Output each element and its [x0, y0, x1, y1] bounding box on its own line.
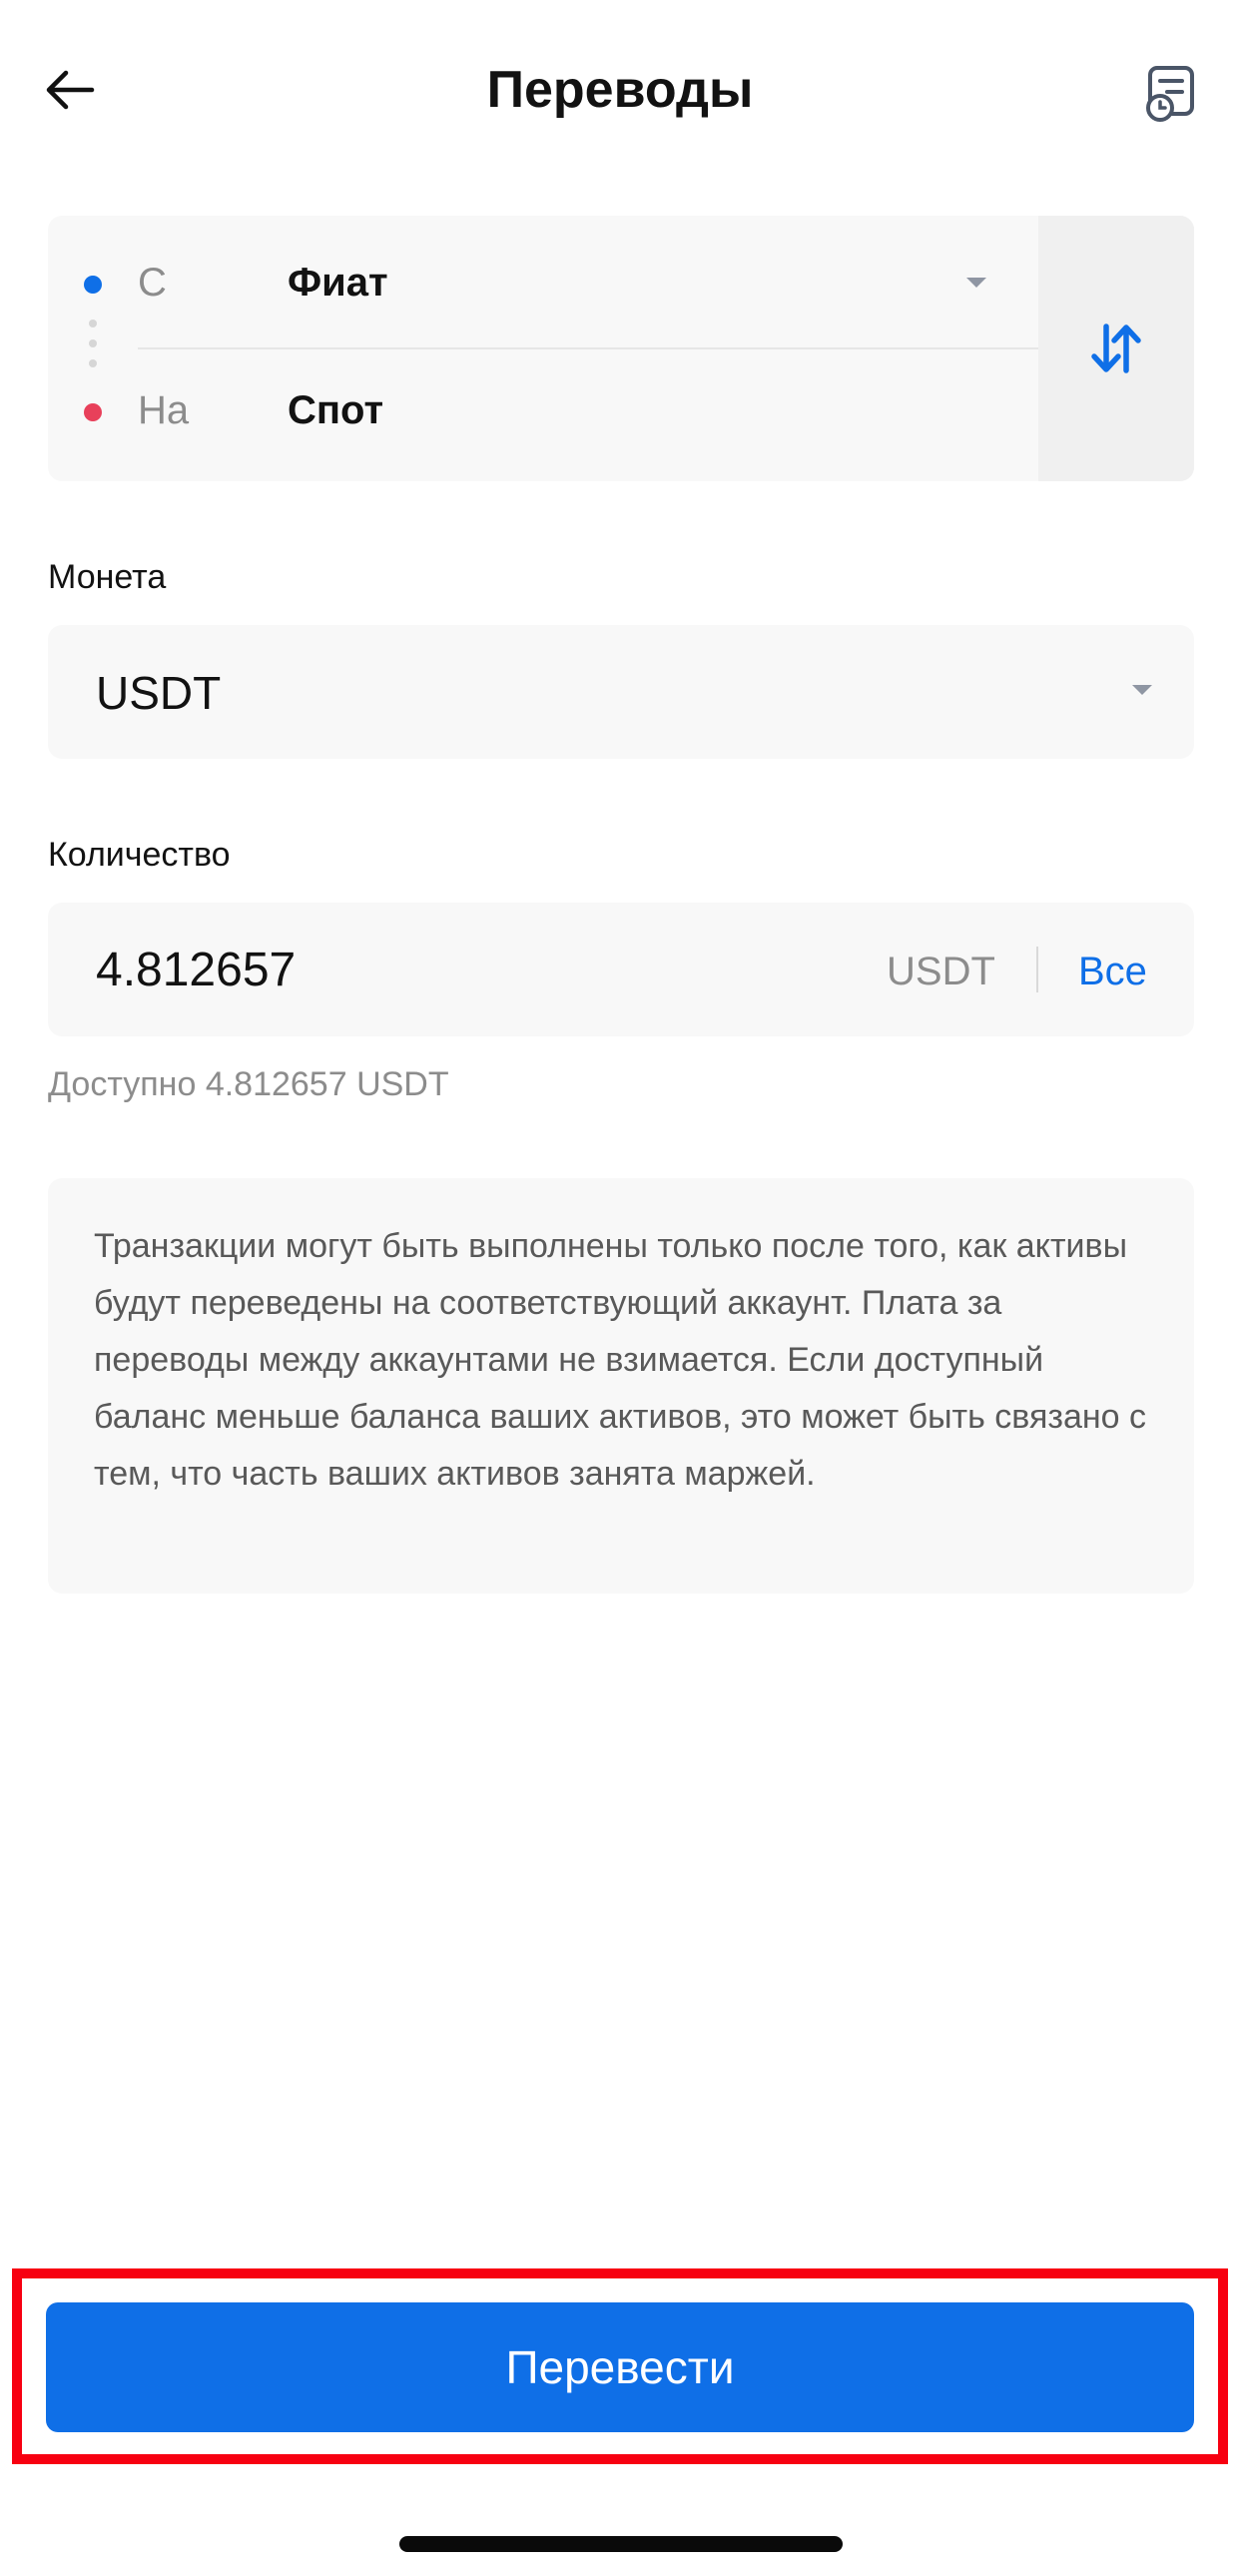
- quantity-input[interactable]: [96, 939, 835, 1000]
- header: Переводы: [0, 0, 1240, 180]
- transfer-accounts-card: С Фиат На Спот: [48, 216, 1194, 481]
- swap-arrows-icon: [1091, 323, 1141, 373]
- quantity-label: Количество: [48, 836, 231, 874]
- page-title: Переводы: [486, 61, 754, 119]
- coin-select[interactable]: USDT: [48, 625, 1194, 759]
- from-account-select[interactable]: С Фиат: [48, 216, 1038, 347]
- quantity-separator: [1036, 947, 1038, 992]
- transfer-screen: Переводы С Фиат На Спот Монета USDT Коли…: [0, 0, 1240, 2576]
- quantity-field: USDT Все: [48, 903, 1194, 1036]
- to-account-value: Спот: [288, 388, 384, 432]
- transfer-history-icon: [1146, 66, 1194, 122]
- available-balance: Доступно 4.812657 USDT: [48, 1065, 449, 1103]
- coin-value: USDT: [96, 667, 222, 719]
- from-account-value: Фиат: [288, 261, 388, 305]
- to-label: На: [138, 388, 190, 432]
- chevron-down-icon: [966, 278, 986, 288]
- swap-accounts-button[interactable]: [1038, 216, 1194, 481]
- home-indicator: [399, 2536, 843, 2552]
- quantity-unit: USDT: [887, 950, 995, 993]
- info-notice: Транзакции могут быть выполнены только п…: [48, 1178, 1194, 1594]
- coin-label: Монета: [48, 558, 167, 596]
- transfer-history-button[interactable]: [1138, 60, 1204, 126]
- transfer-submit-button[interactable]: Перевести: [46, 2302, 1194, 2432]
- chevron-down-icon: [1132, 685, 1152, 695]
- to-account-select[interactable]: На Спот: [48, 349, 1038, 481]
- info-text: Транзакции могут быть выполнены только п…: [94, 1227, 1146, 1493]
- max-all-button[interactable]: Все: [1078, 947, 1147, 996]
- from-label: С: [138, 261, 167, 305]
